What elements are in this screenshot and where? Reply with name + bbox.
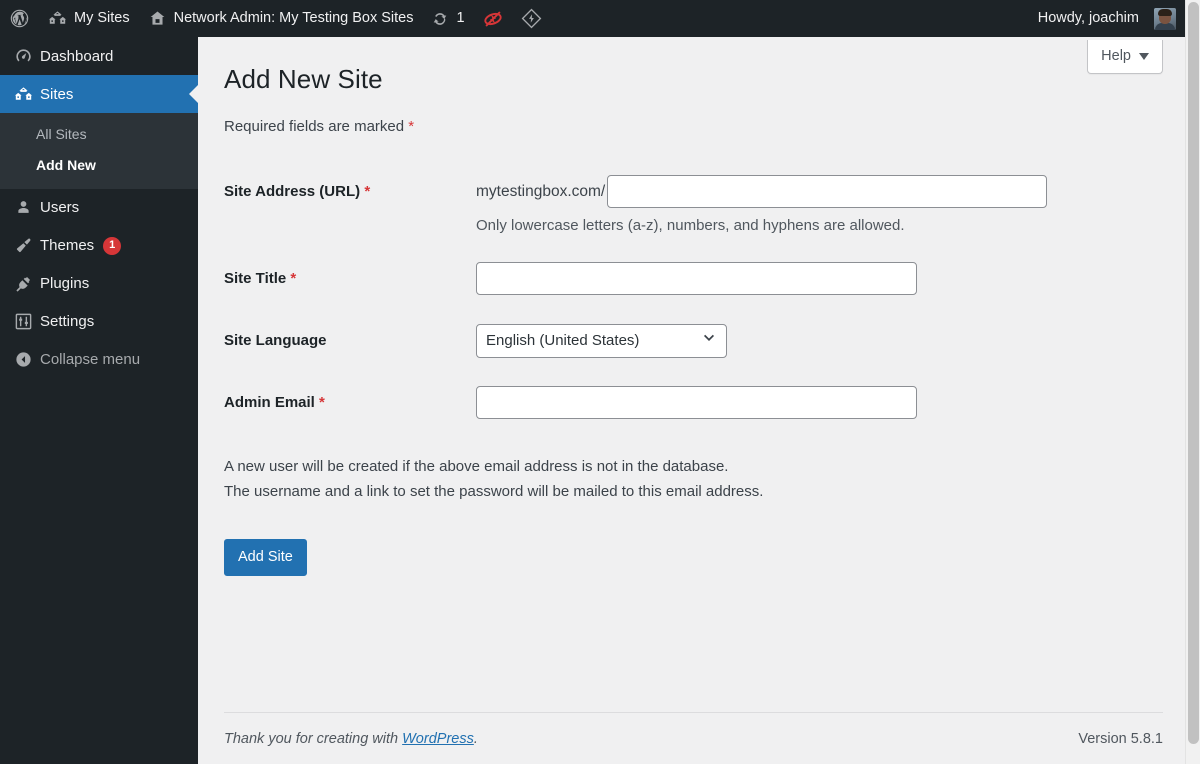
jetpack-menu-item[interactable] <box>474 0 512 37</box>
multisite-icon <box>48 9 67 28</box>
sidebar-item-add-new[interactable]: Add New <box>0 150 198 181</box>
collapse-menu-button[interactable]: Collapse menu <box>0 341 198 379</box>
site-title-label: Site Title <box>224 270 287 287</box>
site-title-input-cell <box>476 248 1163 310</box>
sidebar-item-label: Sites <box>40 85 74 103</box>
site-language-select[interactable]: English (United States) <box>476 323 727 358</box>
wordpress-logo-icon <box>9 8 30 29</box>
wp-logo-menu-item[interactable] <box>0 0 39 37</box>
admin-email-label: Admin Email <box>224 393 315 411</box>
my-sites-menu-item[interactable]: My Sites <box>39 0 139 37</box>
help-tab-label: Help <box>1101 48 1131 64</box>
new-user-note: A new user will be created if the above … <box>224 455 1163 505</box>
network-admin-menu-item[interactable]: Network Admin: My Testing Box Sites <box>139 0 423 37</box>
footer-thanks-suffix: . <box>473 730 478 747</box>
users-icon <box>8 198 38 217</box>
site-title-label-cell: Site Title * <box>224 248 476 310</box>
content-area: Help Add New Site Required fields are ma… <box>198 37 1185 764</box>
avatar <box>1154 7 1176 30</box>
sites-multisite-icon <box>8 85 38 104</box>
site-address-label: Site Address (URL) <box>224 183 361 200</box>
sidebar-item-themes[interactable]: Themes 1 <box>0 227 198 265</box>
sidebar-item-all-sites[interactable]: All Sites <box>0 119 198 150</box>
current-menu-arrow <box>189 85 198 103</box>
required-marker: * <box>408 118 415 135</box>
site-language-input-cell: English (United States) <box>476 310 1163 372</box>
themes-brush-icon <box>8 236 38 255</box>
home-icon <box>148 9 167 28</box>
collapse-menu-label: Collapse menu <box>40 351 141 369</box>
my-sites-label: My Sites <box>74 10 130 27</box>
updates-menu-item[interactable]: 1 <box>422 0 473 37</box>
footer-version: Version 5.8.1 <box>1078 730 1163 747</box>
site-address-description: Only lowercase letters (a-z), numbers, a… <box>476 217 905 234</box>
sidebar-item-settings[interactable]: Settings <box>0 303 198 341</box>
wordpress-link[interactable]: WordPress <box>402 731 474 747</box>
add-site-form: Site Address (URL) * mytestingbox.com/ O… <box>224 161 1163 433</box>
site-title-input[interactable] <box>476 262 917 295</box>
required-fields-note: Required fields are marked * <box>224 118 1163 135</box>
sidebar-item-label: Dashboard <box>40 47 114 65</box>
admin-email-label-cell: Admin Email * <box>224 372 476 434</box>
form-row-site-address: Site Address (URL) * mytestingbox.com/ O… <box>224 161 1163 248</box>
sidebar-item-label: Settings <box>40 313 95 331</box>
new-user-note-line-1: A new user will be created if the above … <box>224 458 729 475</box>
footer-thanks: Thank you for creating with WordPress. <box>224 731 478 747</box>
add-site-button[interactable]: Add Site <box>224 538 307 576</box>
collapse-arrow-left-icon <box>8 350 38 369</box>
sidebar-item-label: Themes <box>40 237 95 255</box>
scrollbar-thumb[interactable] <box>1188 2 1199 744</box>
update-refresh-icon <box>431 10 449 28</box>
site-address-input-cell: mytestingbox.com/ Only lowercase letters… <box>476 161 1163 248</box>
extra-plugin-menu-item[interactable] <box>512 0 551 37</box>
form-row-site-language: Site Language English (United States) <box>224 310 1163 372</box>
settings-sliders-icon <box>8 312 38 331</box>
howdy-label: Howdy, joachim <box>1037 10 1139 27</box>
sidebar-item-users[interactable]: Users <box>0 189 198 227</box>
network-admin-label: Network Admin: My Testing Box Sites <box>173 10 414 27</box>
admin-email-input-cell <box>476 372 1163 434</box>
site-language-label: Site Language <box>224 331 327 349</box>
sidebar-item-label: Plugins <box>40 275 90 293</box>
site-address-input[interactable] <box>607 175 1048 208</box>
dashboard-icon <box>8 47 38 66</box>
site-address-label-cell: Site Address (URL) * <box>224 161 476 248</box>
sidebar-item-dashboard[interactable]: Dashboard <box>0 37 198 75</box>
admin-email-required-marker: * <box>319 393 325 411</box>
admin-email-input[interactable] <box>476 385 917 419</box>
sidebar-item-label: Users <box>40 199 80 217</box>
sidebar-item-sites[interactable]: Sites <box>0 75 198 113</box>
page-scrollbar[interactable] <box>1185 0 1200 764</box>
chevron-down-icon <box>1139 52 1149 60</box>
admin-footer: Thank you for creating with WordPress. V… <box>224 712 1163 764</box>
howdy-account-menu-item[interactable]: Howdy, joachim <box>1029 0 1185 37</box>
required-note-text: Required fields are marked <box>224 118 409 135</box>
plugins-plug-icon <box>8 274 38 293</box>
wordpress-admin-screen: My Sites Network Admin: My Testing Box S… <box>0 0 1200 764</box>
site-address-required-marker: * <box>364 183 371 200</box>
form-row-site-title: Site Title * <box>224 248 1163 310</box>
site-title-required-marker: * <box>290 270 297 287</box>
page-title: Add New Site <box>224 64 383 94</box>
themes-update-badge: 1 <box>103 236 122 255</box>
new-user-note-line-2: The username and a link to set the passw… <box>224 482 764 500</box>
help-tab-button[interactable]: Help <box>1087 40 1163 74</box>
form-row-admin-email: Admin Email * <box>224 372 1163 434</box>
site-language-label-cell: Site Language <box>224 310 476 372</box>
sidebar-item-plugins[interactable]: Plugins <box>0 265 198 303</box>
updates-count: 1 <box>456 10 465 27</box>
help-tab-wrap: Help <box>1087 40 1163 74</box>
diamond-bolt-icon <box>521 8 542 29</box>
footer-thanks-prefix: Thank you for creating with <box>224 730 403 747</box>
jetpack-disabled-icon <box>483 9 503 29</box>
admin-sidebar-menu: Dashboard Sites All Sites Add New Users <box>0 37 198 764</box>
sites-submenu: All Sites Add New <box>0 113 198 189</box>
admin-bar: My Sites Network Admin: My Testing Box S… <box>0 0 1185 37</box>
site-address-prefix: mytestingbox.com/ <box>476 182 606 200</box>
